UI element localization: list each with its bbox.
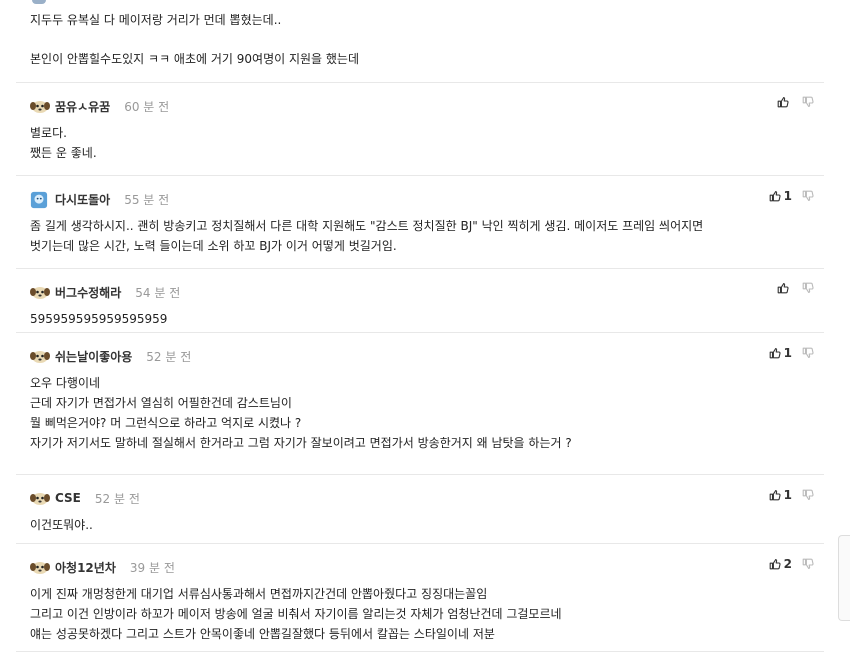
comment-line: 595959595959595959 xyxy=(30,312,168,326)
thumbs-up-icon xyxy=(769,489,781,501)
comment-item: CSE 52 분 전 이건또뭐야.. 1 xyxy=(16,475,824,544)
thumbs-down-icon[interactable] xyxy=(802,558,814,570)
dog-avatar-icon[interactable] xyxy=(30,348,50,364)
comment-body: 이게 진짜 개멍청한게 대기업 서류심사통과해서 면접까지간건데 안뽑아줬다고 … xyxy=(30,584,824,644)
upvote-button[interactable]: 1 xyxy=(769,346,792,360)
avatar-icon xyxy=(32,0,46,4)
comment-body: 이건또뭐야.. xyxy=(30,515,824,535)
comment-line: 이게 진짜 개멍청한게 대기업 서류심사통과해서 면접까지간건데 안뽑아줬다고 … xyxy=(30,587,488,601)
blue-avatar-icon[interactable] xyxy=(30,191,50,209)
comment-nickname[interactable]: 다시또돌아 xyxy=(55,191,110,208)
vote-controls: 1 xyxy=(769,346,814,360)
comment-line: 지두두 유복실 다 메이저랑 거리가 먼데 뽑혔는데.. xyxy=(30,13,282,27)
comment-time: 55 분 전 xyxy=(124,192,170,207)
upvote-count: 2 xyxy=(783,557,792,571)
vote-controls: 1 xyxy=(769,189,814,203)
thumbs-up-icon xyxy=(777,96,789,108)
comment-line: 본인이 안뽑힐수도있지 ㅋㅋ 애초에 거기 90여명이 지원을 했는데 xyxy=(30,52,360,66)
dog-avatar-icon[interactable] xyxy=(30,490,50,506)
upvote-button[interactable] xyxy=(777,96,792,108)
comment-time: 60 분 전 xyxy=(124,99,170,114)
comment-item: 쉬는날이좋아용 52 분 전오우 다행이네근데 자기가 면접가서 열심히 어필한건… xyxy=(16,333,824,475)
comment-item: 다시또돌아 55 분 전좀 길게 생각하시지.. 괜히 방송키고 정치질해서 다른… xyxy=(16,176,824,269)
upvote-button[interactable]: 1 xyxy=(769,488,792,502)
comment-nickname[interactable]: 아청12년차 xyxy=(55,559,116,576)
comment-nickname[interactable]: 쉬는날이좋아용 xyxy=(55,348,132,365)
dog-avatar-icon[interactable] xyxy=(30,98,50,114)
comment-time: 39 분 전 xyxy=(129,560,175,575)
thumbs-up-icon xyxy=(777,282,789,294)
dog-avatar-icon[interactable] xyxy=(30,284,50,300)
thumbs-up-icon xyxy=(769,347,781,359)
thumbs-down-icon[interactable] xyxy=(802,282,814,294)
comment-line: 자기가 저기서도 말하네 절실해서 한거라고 그럼 자기가 잘보이려고 면접가서… xyxy=(30,436,572,450)
dog-avatar-icon[interactable] xyxy=(30,559,50,575)
comment-time: 54 분 전 xyxy=(135,285,181,300)
vote-controls: 1 xyxy=(769,488,814,502)
thumbs-up-icon xyxy=(769,558,781,570)
comment-line: 쨌든 운 좋네. xyxy=(30,146,97,160)
comment-body: 595959595959595959 xyxy=(30,309,824,329)
comment-nickname[interactable]: CSE xyxy=(55,491,81,505)
comment-meta: 아청12년차 39 분 전 xyxy=(30,556,824,578)
thumbs-down-icon[interactable] xyxy=(802,96,814,108)
thumbs-down-icon[interactable] xyxy=(802,190,814,202)
comment-line: 뭘 삐먹은거야? 머 그런식으로 하라고 억지로 시켰나 ? xyxy=(30,416,302,430)
vote-controls xyxy=(777,282,814,294)
comment-body: 별로다. 쨌든 운 좋네. xyxy=(30,123,824,163)
upvote-count: 1 xyxy=(783,346,792,360)
comment-time: 52 분 전 xyxy=(94,491,140,506)
comment-line: 별로다. xyxy=(30,126,67,140)
comment-line: 좀 길게 생각하시지.. 괜히 방송키고 정치질해서 다른 대학 지원해도 "감… xyxy=(30,219,704,233)
comment-line: 벗기는데 많은 시간, 노력 들이는데 소위 하꼬 BJ가 이거 어떻게 벗길거… xyxy=(30,239,397,253)
upvote-button[interactable]: 2 xyxy=(769,557,792,571)
comment-item: 꿈유ㅅ유꿈 60 분 전별로다. 쨌든 운 좋네. xyxy=(16,83,824,176)
upvote-count: 1 xyxy=(783,488,792,502)
side-scroll-tab[interactable] xyxy=(838,535,850,621)
upvote-button[interactable] xyxy=(777,282,792,294)
comment-meta: 꿈유ㅅ유꿈 60 분 전 xyxy=(30,95,824,117)
thumbs-down-icon[interactable] xyxy=(802,489,814,501)
vote-controls xyxy=(777,96,814,108)
comment-meta: CSE 52 분 전 xyxy=(30,487,824,509)
vote-controls: 2 xyxy=(769,557,814,571)
comment-line: 이건또뭐야.. xyxy=(30,518,93,532)
upvote-button[interactable]: 1 xyxy=(769,189,792,203)
comment-meta: 쉬는날이좋아용 52 분 전 xyxy=(30,345,824,367)
comment-line: 오우 다행이네 xyxy=(30,376,101,390)
comment-line: 그리고 이건 인방이라 하꼬가 메이저 방송에 얼굴 비춰서 자기이름 알리는것… xyxy=(30,607,562,621)
previous-comment-partial: 지두두 유복실 다 메이저랑 거리가 먼데 뽑혔는데.. 본인이 안뽑힐수도있지… xyxy=(16,0,824,83)
comment-body: 좀 길게 생각하시지.. 괜히 방송키고 정치질해서 다른 대학 지원해도 "감… xyxy=(30,216,824,256)
comment-item: 버그수정해라 54 분 전 595959595959595959 xyxy=(16,269,824,333)
comment-line: 얘는 성공못하겠다 그리고 스트가 안목이좋네 안뽑길잘했다 등뒤에서 칼꼽는 … xyxy=(30,627,495,641)
comment-time: 52 분 전 xyxy=(146,349,192,364)
thumbs-down-icon[interactable] xyxy=(802,347,814,359)
comment-nickname[interactable]: 버그수정해라 xyxy=(55,284,121,301)
upvote-count: 1 xyxy=(783,189,792,203)
comment-meta: 다시또돌아 55 분 전 xyxy=(30,188,824,210)
comment-line: 근데 자기가 면접가서 열심히 어필한건데 감스트님이 xyxy=(30,396,292,410)
comment-item: 아청12년차 39 분 전이게 진짜 개멍청한게 대기업 서류심사통과해서 면접까… xyxy=(16,544,824,652)
comment-nickname[interactable]: 꿈유ㅅ유꿈 xyxy=(55,98,110,115)
comment-list: 지두두 유복실 다 메이저랑 거리가 먼데 뽑혔는데.. 본인이 안뽑힐수도있지… xyxy=(16,0,824,652)
comment-meta: 버그수정해라 54 분 전 xyxy=(30,281,824,303)
thumbs-up-icon xyxy=(769,190,781,202)
comment-body: 오우 다행이네근데 자기가 면접가서 열심히 어필한건데 감스트님이뭘 삐먹은거… xyxy=(30,373,824,453)
